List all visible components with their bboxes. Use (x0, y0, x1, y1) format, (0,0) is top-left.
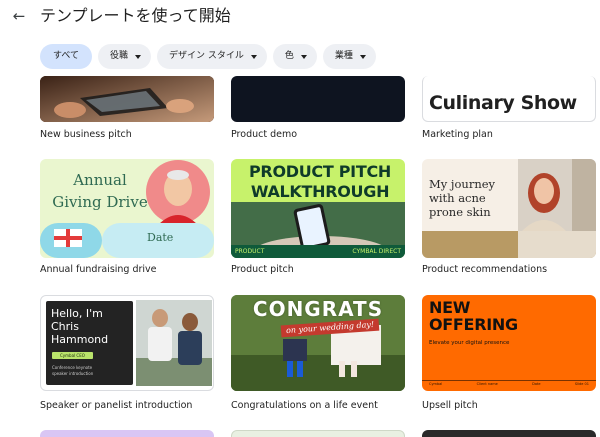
template-caption: Annual fundraising drive (40, 264, 157, 275)
thumbnail-footer: PRODUCT CYMBAL DIRECT (231, 245, 405, 258)
template-caption: Product recommendations (422, 264, 548, 275)
footer-text: Date (532, 382, 541, 386)
template-thumbnail-product-demo[interactable] (231, 76, 405, 122)
template-caption: Congratulations on a life event (231, 400, 378, 411)
template-thumbnail-new-business-pitch[interactable] (40, 76, 214, 122)
filter-chip-industry[interactable]: 業種 (322, 44, 376, 69)
template-thumbnail-product-pitch[interactable]: PRODUCT PITCH WALKTHROUGH PRODUCT CYMBAL… (231, 159, 405, 258)
thumbnail-title: My journey with acne prone skin (429, 177, 496, 219)
dropdown-caret-icon (359, 54, 366, 59)
business-pitch-image (40, 76, 214, 122)
filter-chip-color[interactable]: 色 (272, 44, 317, 69)
thumbnail-subtitle: Elevate your digital presence (429, 340, 510, 346)
thumbnail-tag: Cymbal CEO (52, 352, 93, 359)
template-thumbnail[interactable] (231, 430, 405, 437)
template-thumbnail-annual-fundraising-drive[interactable]: Annual Giving Drive Date (40, 159, 214, 258)
template-thumbnail[interactable] (422, 430, 596, 437)
template-thumbnail-congratulations[interactable]: CONGRATS on your wedding day! (231, 295, 405, 391)
thumbnail-title: PRODUCT PITCH WALKTHROUGH (249, 162, 391, 201)
thumbnail-title: Culinary Show (429, 92, 577, 114)
speaker-card: Hello, I'm Chris Hammond Cymbal CEO Conf… (46, 301, 133, 385)
template-thumbnail-upsell-pitch[interactable]: NEW OFFERING Elevate your digital presen… (422, 295, 596, 391)
template-caption: Marketing plan (422, 129, 493, 140)
filter-chip-design-style[interactable]: デザイン スタイル (157, 44, 267, 69)
dropdown-caret-icon (135, 54, 142, 59)
template-thumbnail-marketing-plan[interactable]: Culinary Show (422, 76, 596, 122)
filter-chip-role[interactable]: 役職 (98, 44, 152, 69)
template-caption: New business pitch (40, 129, 132, 140)
dropdown-caret-icon (250, 54, 257, 59)
speaker-photo (136, 300, 212, 386)
page-title: テンプレートを使って開始 (40, 6, 231, 25)
filter-chip-label: 役職 (110, 51, 129, 61)
filter-chip-label: すべて (53, 51, 80, 61)
template-caption: Product pitch (231, 264, 294, 275)
template-caption: Speaker or panelist introduction (40, 400, 193, 411)
filter-chip-label: 業種 (334, 51, 353, 61)
filter-chip-label: 色 (284, 51, 294, 61)
template-caption: Upsell pitch (422, 400, 478, 411)
footer-left-text: PRODUCT (235, 248, 265, 255)
footer-right-text: CYMBAL DIRECT (352, 248, 401, 255)
thumbnail-title: NEW OFFERING (429, 298, 518, 334)
template-thumbnail[interactable] (40, 430, 214, 437)
footer-text: Slide 01 (574, 382, 589, 386)
thumbnail-footer: Cymbal Client name Date Slide 01 (422, 380, 596, 387)
thumbnail-title: CONGRATS (252, 297, 384, 321)
back-arrow-icon[interactable]: ← (9, 6, 29, 26)
template-thumbnail-speaker-introduction[interactable]: Hello, I'm Chris Hammond Cymbal CEO Conf… (40, 295, 214, 391)
footer-text: Client name (476, 382, 498, 386)
thumbnail-title: Hello, I'm Chris Hammond (51, 307, 109, 346)
filter-chip-label: デザイン スタイル (169, 51, 244, 61)
filter-chip-all[interactable]: すべて (40, 44, 93, 69)
thumbnail-date: Date (147, 231, 174, 244)
filter-chips: すべて 役職 デザイン スタイル 色 業種 (40, 44, 376, 70)
dropdown-caret-icon (300, 54, 307, 59)
thumbnail-subtitle: Conference keynote speaker introduction (52, 365, 94, 376)
template-thumbnail-product-recommendations[interactable]: My journey with acne prone skin (422, 159, 596, 258)
thumbnail-title: Annual Giving Drive (52, 171, 148, 211)
footer-text: Cymbal (429, 382, 443, 386)
template-caption: Product demo (231, 129, 298, 140)
top-bar: ← テンプレートを使って開始 (0, 0, 600, 34)
